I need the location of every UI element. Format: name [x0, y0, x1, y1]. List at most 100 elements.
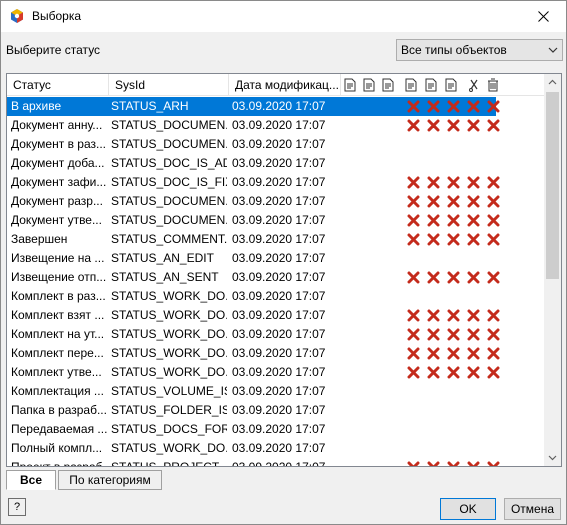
denied-mark-icon[interactable] — [467, 347, 480, 360]
denied-mark-icon[interactable] — [487, 328, 500, 341]
denied-mark-icon[interactable] — [447, 328, 460, 341]
denied-mark-icon[interactable] — [467, 176, 480, 189]
denied-mark-icon[interactable] — [467, 100, 480, 113]
denied-mark-icon[interactable] — [447, 271, 460, 284]
denied-mark-icon[interactable] — [427, 214, 440, 227]
denied-mark-icon[interactable] — [427, 347, 440, 360]
denied-mark-icon[interactable] — [407, 176, 420, 189]
denied-mark-icon[interactable] — [427, 366, 440, 379]
denied-mark-icon[interactable] — [467, 233, 480, 246]
denied-mark-icon[interactable] — [407, 309, 420, 322]
title-bar[interactable]: Выборка — [1, 1, 566, 32]
denied-mark-icon[interactable] — [487, 119, 500, 132]
tab-all[interactable]: Все — [6, 470, 56, 490]
column-header-status[interactable]: Статус — [7, 74, 109, 96]
table-row[interactable]: Документ разр... STATUS_DOCUMEN... 03.09.2… — [7, 192, 547, 211]
denied-mark-icon[interactable] — [427, 119, 440, 132]
denied-mark-icon[interactable] — [487, 176, 500, 189]
close-button[interactable] — [520, 1, 566, 32]
scroll-up-icon[interactable] — [544, 74, 561, 91]
denied-mark-icon[interactable] — [427, 100, 440, 113]
denied-mark-icon[interactable] — [467, 271, 480, 284]
scroll-down-icon[interactable] — [544, 449, 561, 466]
table-row[interactable]: Документ утве... STATUS_DOCUMEN... 03.09.2… — [7, 211, 547, 230]
table-row[interactable]: Комплект утве... STATUS_WORK_DO... 03.09.2… — [7, 363, 547, 382]
denied-mark-icon[interactable] — [427, 328, 440, 341]
table-row[interactable]: Папка в разраб... STATUS_FOLDER_IS_... 03.… — [7, 401, 547, 420]
help-button[interactable]: ? — [8, 498, 26, 516]
tab-by-category[interactable]: По категориям — [58, 470, 162, 490]
denied-mark-icon[interactable] — [447, 461, 460, 467]
doc-sign-icon[interactable] — [403, 77, 419, 93]
table-row[interactable]: Документ в раз... STATUS_DOCUMEN... 03.09.… — [7, 135, 547, 154]
denied-mark-icon[interactable] — [447, 366, 460, 379]
denied-mark-icon[interactable] — [407, 461, 420, 467]
denied-mark-icon[interactable] — [427, 271, 440, 284]
table-row[interactable]: Комплект взят ... STATUS_WORK_DO... 03.09.… — [7, 306, 547, 325]
table-row[interactable]: Документ доба... STATUS_DOC_IS_AD... 03.09… — [7, 154, 547, 173]
scrollbar-thumb[interactable] — [546, 92, 559, 279]
denied-mark-icon[interactable] — [487, 195, 500, 208]
scissors-icon[interactable] — [466, 77, 482, 93]
table-row[interactable]: Документ анну... STATUS_DOCUMEN... 03.09.2… — [7, 116, 547, 135]
doc-copy-icon[interactable] — [361, 77, 377, 93]
denied-mark-icon[interactable] — [407, 233, 420, 246]
denied-mark-icon[interactable] — [427, 461, 440, 467]
denied-mark-icon[interactable] — [447, 119, 460, 132]
denied-mark-icon[interactable] — [407, 100, 420, 113]
denied-mark-icon[interactable] — [407, 347, 420, 360]
cancel-button[interactable]: Отмена — [504, 498, 561, 520]
denied-mark-icon[interactable] — [467, 461, 480, 467]
denied-mark-icon[interactable] — [487, 233, 500, 246]
denied-mark-icon[interactable] — [467, 214, 480, 227]
denied-mark-icon[interactable] — [427, 195, 440, 208]
denied-mark-icon[interactable] — [407, 214, 420, 227]
doc-edit-icon[interactable] — [443, 77, 459, 93]
denied-mark-icon[interactable] — [487, 100, 500, 113]
denied-mark-icon[interactable] — [407, 328, 420, 341]
denied-mark-icon[interactable] — [407, 119, 420, 132]
ok-button[interactable]: OK — [440, 498, 496, 520]
denied-mark-icon[interactable] — [407, 366, 420, 379]
trash-icon[interactable] — [485, 77, 501, 93]
table-row[interactable]: Проект в разраб... STATUS_PROJECT_A... 03.… — [7, 458, 547, 467]
table-row[interactable]: Завершен STATUS_COMMENT... 03.09.2020 17:0… — [7, 230, 547, 249]
denied-mark-icon[interactable] — [407, 271, 420, 284]
denied-mark-icon[interactable] — [467, 328, 480, 341]
doc-check-icon[interactable] — [423, 77, 439, 93]
denied-mark-icon[interactable] — [447, 195, 460, 208]
denied-mark-icon[interactable] — [407, 195, 420, 208]
denied-mark-icon[interactable] — [467, 366, 480, 379]
denied-mark-icon[interactable] — [447, 347, 460, 360]
column-header-sysid[interactable]: SysId — [109, 74, 229, 96]
column-header-date[interactable]: Дата модификац... — [229, 74, 341, 96]
denied-mark-icon[interactable] — [447, 309, 460, 322]
table-row[interactable]: Документ зафи... STATUS_DOC_IS_FIX... 03.0… — [7, 173, 547, 192]
denied-mark-icon[interactable] — [467, 309, 480, 322]
table-row[interactable]: Полный компл... STATUS_WORK_DO... 03.09.20… — [7, 439, 547, 458]
table-row[interactable]: Передаваемая ... STATUS_DOCS_FOR... 03.09.… — [7, 420, 547, 439]
denied-mark-icon[interactable] — [447, 233, 460, 246]
table-row[interactable]: В архиве STATUS_ARH 03.09.2020 17:07 — [7, 97, 547, 116]
table-row[interactable]: Комплект пере... STATUS_WORK_DO... 03.09.2… — [7, 344, 547, 363]
denied-mark-icon[interactable] — [487, 309, 500, 322]
table-row[interactable]: Комплектация ... STATUS_VOLUME_IS... 03.09… — [7, 382, 547, 401]
doc-refresh-icon[interactable] — [380, 77, 396, 93]
denied-mark-icon[interactable] — [447, 100, 460, 113]
object-type-select[interactable]: Все типы объектов — [396, 39, 563, 61]
table-row[interactable]: Извещение отп... STATUS_AN_SENT 03.09.2020… — [7, 268, 547, 287]
denied-mark-icon[interactable] — [447, 214, 460, 227]
denied-mark-icon[interactable] — [487, 347, 500, 360]
denied-mark-icon[interactable] — [467, 119, 480, 132]
doc-in-icon[interactable] — [342, 77, 358, 93]
table-row[interactable]: Комплект в раз... STATUS_WORK_DO... 03.09.… — [7, 287, 547, 306]
denied-mark-icon[interactable] — [487, 214, 500, 227]
denied-mark-icon[interactable] — [427, 233, 440, 246]
denied-mark-icon[interactable] — [427, 176, 440, 189]
table-row[interactable]: Извещение на ... STATUS_AN_EDIT 03.09.2020… — [7, 249, 547, 268]
denied-mark-icon[interactable] — [467, 195, 480, 208]
denied-mark-icon[interactable] — [447, 176, 460, 189]
denied-mark-icon[interactable] — [487, 366, 500, 379]
table-row[interactable]: Комплект на ут... STATUS_WORK_DO... 03.09.… — [7, 325, 547, 344]
denied-mark-icon[interactable] — [427, 309, 440, 322]
